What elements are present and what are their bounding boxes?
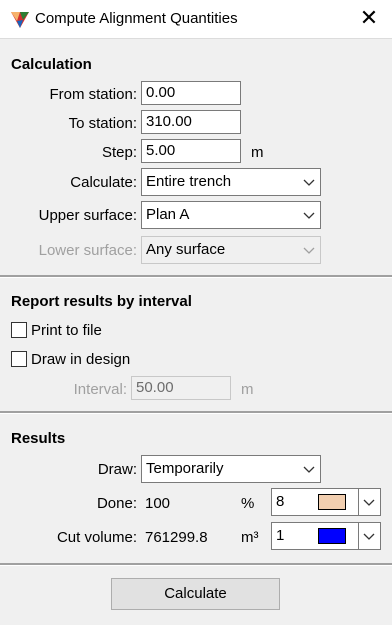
calculate-button[interactable]: Calculate [111, 578, 280, 610]
interval-input: 50.00 [131, 376, 231, 400]
interval-unit: m [241, 381, 254, 398]
interval-label: Interval: [73, 381, 127, 398]
cut-volume-label: Cut volume: [56, 529, 137, 546]
calculate-value: Entire trench [146, 173, 232, 190]
print-to-file-label[interactable]: Print to file [31, 322, 102, 339]
done-color-index: 8 [276, 493, 285, 510]
section-divider [0, 563, 392, 566]
report-heading: Report results by interval [11, 293, 192, 310]
draw-in-design-checkbox[interactable] [11, 351, 27, 367]
window-title: Compute Alignment Quantities [35, 10, 238, 27]
app-logo-icon [11, 12, 29, 28]
cut-volume-unit: m³ [241, 529, 259, 546]
chevron-down-icon [303, 212, 315, 219]
draw-label: Draw: [97, 461, 137, 478]
upper-surface-value: Plan A [146, 206, 190, 223]
upper-surface-dropdown[interactable]: Plan A [141, 201, 321, 229]
from-station-label: From station: [49, 86, 137, 103]
from-station-input[interactable]: 0.00 [141, 81, 241, 105]
print-to-file-checkbox[interactable] [11, 322, 27, 338]
cut-color-swatch [318, 528, 346, 544]
close-icon[interactable]: ✕ [355, 5, 383, 33]
section-divider [0, 275, 392, 278]
lower-surface-label: Lower surface: [38, 242, 137, 259]
chevron-down-icon [303, 466, 315, 473]
step-unit: m [251, 144, 264, 161]
done-color-swatch [318, 494, 346, 510]
step-input[interactable]: 5.00 [141, 139, 241, 163]
calculate-label: Calculate: [70, 174, 137, 191]
done-label: Done: [96, 495, 137, 512]
to-station-input[interactable]: 310.00 [141, 110, 241, 134]
section-divider [0, 411, 392, 414]
step-label: Step: [101, 144, 137, 161]
dropdown-divider [358, 489, 359, 515]
cut-color-dropdown[interactable]: 1 [271, 522, 381, 550]
lower-surface-value: Any surface [146, 241, 226, 258]
cut-color-index: 1 [276, 527, 285, 544]
chevron-down-icon [363, 499, 375, 506]
draw-in-design-label[interactable]: Draw in design [31, 351, 130, 368]
to-station-label: To station: [68, 115, 137, 132]
done-unit: % [241, 495, 255, 512]
chevron-down-icon [303, 247, 315, 254]
calculation-heading: Calculation [11, 56, 92, 73]
draw-dropdown[interactable]: Temporarily [141, 455, 321, 483]
lower-surface-dropdown: Any surface [141, 236, 321, 264]
cut-volume-value: 761299.8 [145, 529, 208, 546]
chevron-down-icon [303, 179, 315, 186]
results-heading: Results [11, 430, 66, 447]
draw-value: Temporarily [146, 460, 224, 477]
upper-surface-label: Upper surface: [38, 207, 137, 224]
dropdown-divider [358, 523, 359, 549]
done-value: 100 [145, 495, 171, 512]
calculate-dropdown[interactable]: Entire trench [141, 168, 321, 196]
done-color-dropdown[interactable]: 8 [271, 488, 381, 516]
chevron-down-icon [363, 533, 375, 540]
